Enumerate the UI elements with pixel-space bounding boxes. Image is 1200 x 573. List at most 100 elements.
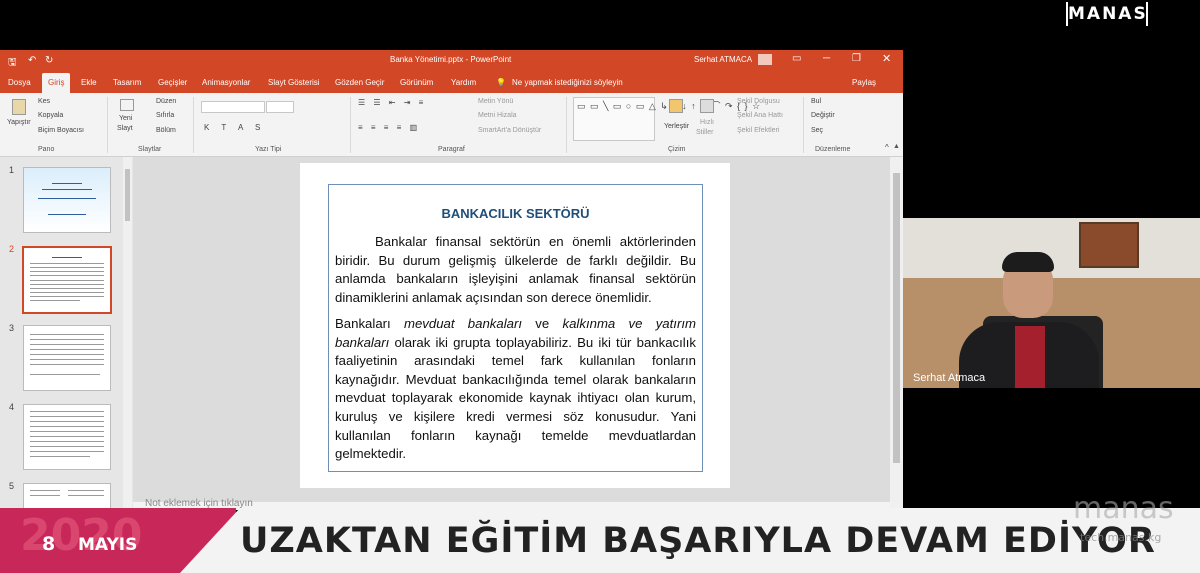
- align-text-button[interactable]: Metni Hizala: [478, 112, 517, 119]
- smartart-button[interactable]: SmartArt'a Dönüştür: [478, 127, 541, 134]
- new-slide-label-2[interactable]: Slayt: [117, 125, 133, 132]
- person-shirt: [1015, 326, 1045, 388]
- tab-gozden-gecir[interactable]: Gözden Geçir: [335, 78, 384, 87]
- collapse-ribbon-icon[interactable]: ^: [885, 143, 889, 152]
- reset-button[interactable]: Sıfırla: [156, 112, 174, 119]
- person-hair: [1002, 252, 1054, 272]
- maximize-icon[interactable]: ❐: [852, 53, 861, 64]
- layout-button[interactable]: Düzen: [156, 98, 176, 105]
- banner-month: MAYIS: [78, 535, 138, 555]
- paste-button[interactable]: Yapıştır: [7, 119, 31, 126]
- p2-italic-mevduat: mevduat bankaları: [403, 316, 523, 331]
- group-label-paragraf: Paragraf: [438, 146, 465, 153]
- slide-textbox[interactable]: BANKACILIK SEKTÖRÜ Bankalar finansal sek…: [328, 184, 703, 472]
- tab-ekle[interactable]: Ekle: [81, 78, 97, 87]
- redo-icon[interactable]: ↻: [45, 55, 53, 66]
- quick-styles-label[interactable]: Hızlı: [700, 119, 714, 126]
- thumb-number: 5: [9, 481, 15, 491]
- p2-text: olarak iki grupta toplayabiliriz. Bu iki…: [335, 334, 696, 462]
- section-button[interactable]: Bölüm: [156, 127, 176, 134]
- manas-logo: MANAS: [1066, 2, 1148, 26]
- scrollbar-thumb[interactable]: [125, 169, 130, 221]
- share-button[interactable]: Paylaş: [852, 78, 876, 87]
- list-buttons[interactable]: ☰ ☰ ⇤ ⇥ ≡: [358, 98, 426, 107]
- arrange-button[interactable]: Yerleştir: [664, 123, 689, 130]
- divider: [803, 97, 804, 153]
- group-label-pano: Pano: [38, 146, 55, 153]
- tell-me-search[interactable]: Ne yapmak istediğinizi söyleyin: [512, 78, 623, 87]
- slide-paragraph-2: Bankaları mevduat bankaları ve kalkınma …: [335, 315, 696, 464]
- banner-day: 8: [42, 533, 56, 555]
- window-title: Banka Yönetimi.pptx - PowerPoint: [390, 55, 512, 64]
- tab-slayt-gosterisi[interactable]: Slayt Gösterisi: [268, 78, 320, 87]
- thumb-number: 1: [9, 165, 15, 175]
- font-style-buttons[interactable]: K T A S: [204, 123, 265, 132]
- banner-headline: UZAKTAN EĞİTİM BAŞARIYLA DEVAM EDİYOR: [240, 521, 1156, 561]
- wall-picture: [1079, 222, 1139, 268]
- ribbon-display-icon[interactable]: ▭: [792, 53, 801, 64]
- format-painter-button[interactable]: Biçim Boyacısı: [38, 127, 84, 134]
- thumb-number: 2: [9, 244, 15, 254]
- arrange-icon[interactable]: [669, 99, 683, 113]
- shape-outline-button[interactable]: Şekil Ana Hattı: [737, 112, 783, 119]
- p2-text: ve: [522, 316, 563, 331]
- font-name-field[interactable]: [201, 101, 265, 113]
- find-button[interactable]: Bul: [811, 98, 821, 105]
- thumbnails-scrollbar[interactable]: [123, 157, 132, 510]
- copy-button[interactable]: Kopyala: [38, 112, 63, 119]
- group-label-yazi-tipi: Yazı Tipi: [255, 146, 282, 153]
- slide-thumbnail-1[interactable]: [23, 167, 111, 233]
- text-direction-button[interactable]: Metin Yönü: [478, 98, 513, 105]
- group-label-duzenleme: Düzenleme: [815, 146, 851, 153]
- slide-thumbnail-3[interactable]: [23, 325, 111, 391]
- tab-tasarim[interactable]: Tasarım: [113, 78, 141, 87]
- new-slide-icon[interactable]: [120, 99, 134, 111]
- user-name[interactable]: Serhat ATMACA: [694, 55, 752, 64]
- slide-thumbnail-2[interactable]: [22, 246, 112, 314]
- align-buttons[interactable]: ≡ ≡ ≡ ≡ ▥: [358, 123, 420, 132]
- avatar[interactable]: [758, 54, 772, 65]
- quick-styles-icon[interactable]: [700, 99, 714, 113]
- slide-scrollbar[interactable]: ▲: [890, 143, 903, 510]
- cut-button[interactable]: Kes: [38, 98, 50, 105]
- thumb-number: 3: [9, 323, 15, 333]
- replace-button[interactable]: Değiştir: [811, 112, 835, 119]
- shape-effects-button[interactable]: Şekil Efektleri: [737, 127, 779, 134]
- tab-gecisler[interactable]: Geçişler: [158, 78, 187, 87]
- thumb-number: 4: [9, 402, 15, 412]
- shape-fill-button[interactable]: Şekil Dolgusu: [737, 98, 780, 105]
- select-button[interactable]: Seç: [811, 127, 823, 134]
- ribbon-tabs: Dosya Giriş Ekle Tasarım Geçişler Animas…: [0, 71, 903, 93]
- divider: [566, 97, 567, 153]
- slide-thumbnail-5[interactable]: [23, 483, 111, 510]
- current-slide[interactable]: BANKACILIK SEKTÖRÜ Bankalar finansal sek…: [300, 163, 730, 488]
- save-icon[interactable]: 🖫: [8, 55, 17, 72]
- minimize-icon[interactable]: ─: [823, 53, 830, 64]
- p2-text: Bankaları: [335, 316, 404, 331]
- new-slide-label[interactable]: Yeni: [119, 115, 132, 122]
- lightbulb-icon: 💡: [496, 78, 506, 87]
- paste-icon[interactable]: [12, 99, 26, 115]
- watermark-url: tech.manas.kg: [1080, 531, 1162, 544]
- participant-name: Serhat Atmaca: [913, 372, 986, 384]
- scroll-up-icon[interactable]: ▲: [893, 143, 900, 150]
- slide-thumbnails-pane: 1 2 3 4 5: [0, 157, 133, 510]
- tab-dosya[interactable]: Dosya: [8, 78, 31, 87]
- group-label-cizim: Çizim: [668, 146, 686, 153]
- tab-gorunum[interactable]: Görünüm: [400, 78, 433, 87]
- divider: [193, 97, 194, 153]
- tab-yardim[interactable]: Yardım: [451, 78, 476, 87]
- undo-icon[interactable]: ↶: [28, 55, 36, 66]
- quick-styles-label-2[interactable]: Stiller: [696, 129, 714, 136]
- tab-giris[interactable]: Giriş: [42, 73, 71, 93]
- close-icon[interactable]: ✕: [882, 52, 891, 65]
- slide-thumbnail-4[interactable]: [23, 404, 111, 470]
- tab-animasyonlar[interactable]: Animasyonlar: [202, 78, 250, 87]
- title-bar: 🖫 ↶ ↻ Banka Yönetimi.pptx - PowerPoint S…: [0, 50, 903, 71]
- font-size-field[interactable]: [266, 101, 294, 113]
- scrollbar-thumb[interactable]: [893, 173, 900, 463]
- slide-title: BANKACILIK SEKTÖRÜ: [441, 206, 590, 221]
- divider: [350, 97, 351, 153]
- watermark-logo: manas: [1073, 491, 1174, 526]
- divider: [107, 97, 108, 153]
